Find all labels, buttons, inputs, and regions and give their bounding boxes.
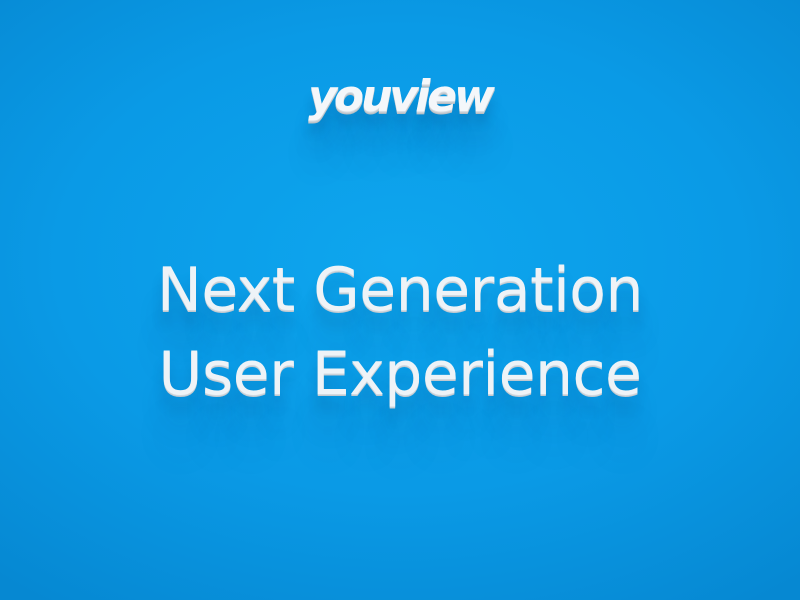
- headline-line-1: Next Generation: [156, 255, 644, 325]
- headline: Next Generation User Experience: [0, 248, 800, 416]
- headline-line-2: User Experience: [158, 339, 642, 409]
- hero-banner: youview Next Generation User Experience: [0, 0, 800, 600]
- youview-logo: youview: [308, 71, 495, 122]
